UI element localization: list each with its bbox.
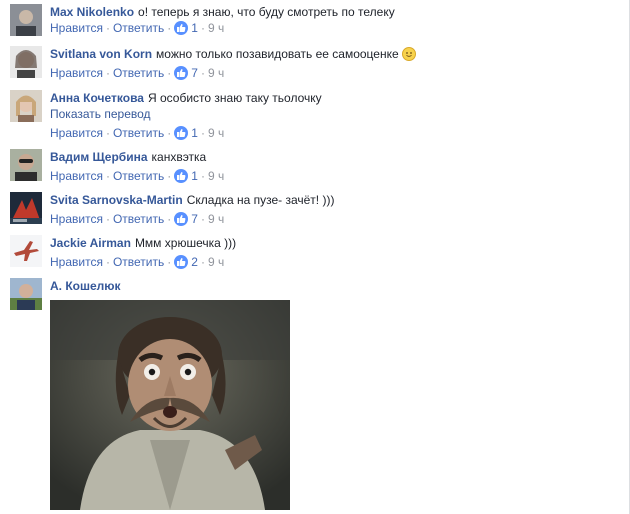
- avatar[interactable]: [10, 278, 42, 310]
- reply-link[interactable]: Ответить: [113, 212, 164, 226]
- comment-author-link[interactable]: Svita Sarnovska-Martin: [50, 193, 183, 207]
- comment-actions: Нравится · Ответить · 1 · 9 ч: [50, 20, 622, 36]
- like-link[interactable]: Нравится: [50, 212, 103, 226]
- reply-link[interactable]: Ответить: [113, 126, 164, 140]
- like-thumb-icon: [174, 255, 189, 269]
- comment-timestamp[interactable]: 9 ч: [208, 255, 224, 269]
- comment-actions: Нравится · Ответить · 7 · 9 ч: [50, 65, 622, 81]
- comment-author-link[interactable]: Вадим Щербина: [50, 150, 148, 164]
- like-count[interactable]: 2: [191, 255, 198, 269]
- comment-timestamp[interactable]: 9 ч: [208, 126, 224, 140]
- avatar[interactable]: [10, 149, 42, 181]
- comment-text: Ммм хрюшечка ))): [134, 236, 237, 250]
- reply-link[interactable]: Ответить: [113, 255, 164, 269]
- separator: ·: [105, 255, 110, 269]
- like-count[interactable]: 7: [191, 66, 198, 80]
- separator: ·: [167, 21, 172, 35]
- separator: ·: [167, 126, 172, 140]
- separator: ·: [200, 169, 205, 183]
- like-link[interactable]: Нравится: [50, 255, 103, 269]
- avatar[interactable]: [10, 235, 42, 267]
- comment-timestamp[interactable]: 9 ч: [208, 66, 224, 80]
- comment-author-link[interactable]: Jackie Airman: [50, 236, 131, 250]
- separator: ·: [105, 126, 110, 140]
- avatar[interactable]: [10, 46, 42, 78]
- separator: ·: [105, 212, 110, 226]
- comment-actions: Нравится · Ответить · 2 · 9 ч: [50, 254, 622, 270]
- reply-link[interactable]: Ответить: [113, 169, 164, 183]
- like-link[interactable]: Нравится: [50, 126, 103, 140]
- reply-link[interactable]: Ответить: [113, 21, 164, 35]
- comment-author-link[interactable]: Max Nikolenko: [50, 5, 134, 19]
- airplane-icon: [10, 235, 42, 267]
- separator: ·: [200, 66, 205, 80]
- like-thumb-icon: [174, 66, 189, 80]
- comment-photo[interactable]: [50, 300, 290, 510]
- comment-author-link[interactable]: Svitlana von Korn: [50, 47, 152, 61]
- like-count[interactable]: 1: [191, 126, 198, 140]
- separator: ·: [167, 169, 172, 183]
- separator: ·: [200, 212, 205, 226]
- comment-text: можно только позавидовать ее самооценке: [156, 47, 399, 61]
- comment-text: о! теперь я знаю, что буду смотреть по т…: [138, 5, 395, 19]
- like-link[interactable]: Нравится: [50, 21, 103, 35]
- like-thumb-icon: [174, 212, 189, 226]
- comment-text: Я особисто знаю таку тьолочку: [147, 91, 322, 105]
- like-count[interactable]: 7: [191, 212, 198, 226]
- comment-timestamp[interactable]: 9 ч: [208, 212, 224, 226]
- separator: ·: [200, 255, 205, 269]
- separator: ·: [105, 21, 110, 35]
- comment-author-link[interactable]: Анна Кочеткова: [50, 91, 144, 105]
- like-count[interactable]: 1: [191, 169, 198, 183]
- separator: ·: [200, 21, 205, 35]
- separator: ·: [200, 126, 205, 140]
- comment-text: Складка на пузе- зачёт! ))): [186, 193, 335, 207]
- separator: ·: [105, 66, 110, 80]
- comment-timestamp[interactable]: 9 ч: [208, 169, 224, 183]
- reply-link[interactable]: Ответить: [113, 66, 164, 80]
- like-thumb-icon: [174, 126, 189, 140]
- avatar[interactable]: [10, 90, 42, 122]
- separator: ·: [167, 212, 172, 226]
- separator: ·: [167, 66, 172, 80]
- like-thumb-icon: [174, 169, 189, 183]
- comment-actions: Нравится · Ответить · 1 · 9 ч: [50, 168, 622, 184]
- like-thumb-icon: [174, 21, 189, 35]
- like-link[interactable]: Нравится: [50, 169, 103, 183]
- comment-text: канхвэтка: [151, 150, 207, 164]
- comment-author-link[interactable]: А. Кошелюк: [50, 279, 121, 293]
- like-link[interactable]: Нравится: [50, 66, 103, 80]
- avatar[interactable]: [10, 4, 42, 36]
- slightly-smiling-face-icon: [401, 47, 416, 61]
- like-count[interactable]: 1: [191, 21, 198, 35]
- separator: ·: [167, 255, 172, 269]
- comment-actions: Нравится · Ответить · 7 · 9 ч: [50, 211, 622, 227]
- comment-actions: Нравится · Ответить · 1 · 9 ч: [50, 125, 622, 141]
- show-translation-link[interactable]: Показать перевод: [50, 106, 622, 122]
- separator: ·: [105, 169, 110, 183]
- comment-timestamp[interactable]: 9 ч: [208, 21, 224, 35]
- avatar[interactable]: [10, 192, 42, 224]
